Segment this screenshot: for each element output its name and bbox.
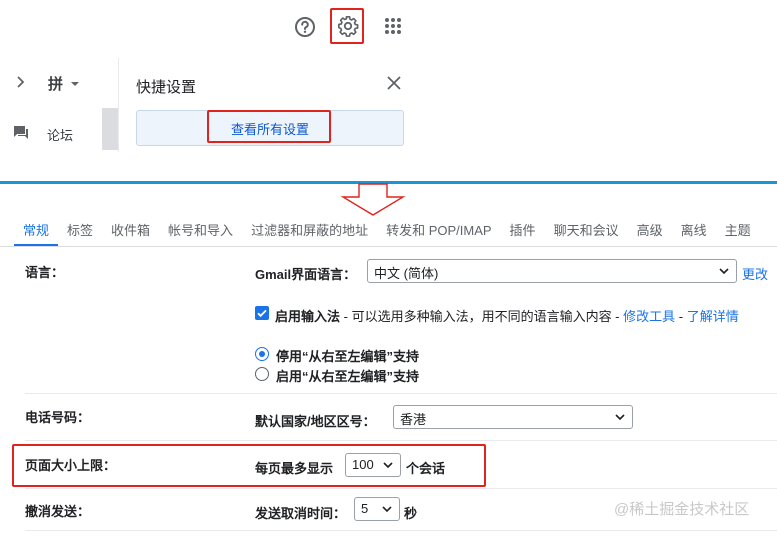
change-language-link[interactable]: 更改: [742, 264, 768, 283]
row-divider: [25, 393, 777, 394]
row-divider: [25, 440, 777, 441]
country-code-select[interactable]: 香港: [393, 405, 633, 429]
rtl-off-radio[interactable]: [255, 347, 269, 361]
view-all-highlight-box: [207, 110, 331, 143]
tab-general[interactable]: 常规: [14, 216, 59, 246]
down-arrow-icon: [340, 183, 406, 217]
chevron-down-icon: [615, 414, 625, 421]
rtl-off-label[interactable]: 停用“从右至左编辑”支持: [276, 346, 419, 365]
caret-down-icon: [71, 81, 80, 86]
chevron-right-icon[interactable]: [12, 74, 28, 90]
country-code-value: 香港: [400, 412, 427, 427]
undo-send-prefix: 发送取消时间：: [255, 506, 347, 521]
row-divider: [25, 488, 777, 489]
tab-advanced[interactable]: 高级: [628, 216, 672, 246]
row-divider: [25, 530, 777, 531]
close-icon[interactable]: [383, 72, 405, 94]
input-method-label: 启用输入法: [275, 309, 341, 324]
tab-chat-meet[interactable]: 聊天和会议: [545, 216, 628, 246]
input-tool-button[interactable]: 拼: [48, 73, 81, 94]
undo-send-value: 5: [361, 501, 369, 516]
scrollbar-thumb[interactable]: [102, 108, 118, 150]
page-size-value: 100: [352, 457, 374, 472]
help-icon[interactable]: [292, 14, 318, 40]
language-row-label: 语言：: [25, 265, 65, 280]
rtl-on-radio[interactable]: [255, 367, 269, 381]
rtl-on-label[interactable]: 启用“从右至左编辑”支持: [276, 366, 419, 385]
tab-accounts-import[interactable]: 帐号和导入: [159, 216, 242, 246]
undo-send-select[interactable]: 5: [354, 497, 400, 521]
country-code-label: 默认国家/地区区号：: [255, 414, 376, 429]
tab-offline[interactable]: 离线: [672, 216, 716, 246]
quick-settings-title: 快捷设置: [136, 79, 197, 96]
ui-language-select[interactable]: 中文 (简体): [367, 259, 737, 283]
watermark: @稀土掘金技术社区: [614, 501, 750, 518]
tab-addons[interactable]: 插件: [501, 216, 545, 246]
chevron-down-icon: [719, 268, 729, 275]
page-size-select[interactable]: 100: [345, 453, 401, 477]
input-tool-label: 拼: [48, 76, 64, 93]
link-separator: -: [675, 309, 687, 324]
chevron-down-icon: [383, 462, 393, 469]
tab-themes[interactable]: 主题: [716, 216, 760, 246]
ui-language-value: 中文 (简体): [374, 266, 439, 281]
tabs-divider: [0, 246, 777, 247]
tab-forwarding-pop-imap[interactable]: 转发和 POP/IMAP: [377, 216, 500, 246]
tab-inbox[interactable]: 收件箱: [102, 216, 159, 246]
page-size-suffix: 个会话: [406, 461, 446, 476]
checkmark-icon: [257, 309, 267, 318]
forum-icon: [12, 124, 30, 142]
undo-send-suffix: 秒: [404, 506, 418, 521]
ui-language-label: Gmail界面语言：: [255, 267, 357, 282]
settings-tabs: 常规 标签 收件箱 帐号和导入 过滤器和屏蔽的地址 转发和 POP/IMAP 插…: [14, 216, 760, 246]
tab-labels[interactable]: 标签: [58, 216, 102, 246]
tab-filters-blocked[interactable]: 过滤器和屏蔽的地址: [242, 216, 377, 246]
input-method-desc: - 可以选用多种输入法，用不同的语言输入内容 -: [340, 309, 624, 324]
chevron-down-icon: [382, 506, 392, 513]
page-size-row-label: 页面大小上限：: [25, 458, 117, 473]
learn-more-link[interactable]: 了解详情: [687, 309, 739, 324]
page-size-prefix: 每页最多显示: [255, 461, 334, 476]
input-method-line: 启用输入法 - 可以选用多种输入法，用不同的语言输入内容 - 修改工具 - 了解…: [275, 306, 739, 325]
input-method-checkbox[interactable]: [255, 306, 269, 320]
undo-send-row-label: 撤消发送：: [25, 504, 91, 519]
phone-row-label: 电话号码：: [25, 410, 91, 425]
edit-tools-link[interactable]: 修改工具: [623, 309, 675, 324]
apps-grid-icon[interactable]: [380, 13, 406, 39]
forum-label[interactable]: 论坛: [47, 125, 73, 144]
left-panel-fragment: 拼 论坛: [0, 58, 118, 152]
settings-gear-icon[interactable]: [335, 13, 361, 39]
